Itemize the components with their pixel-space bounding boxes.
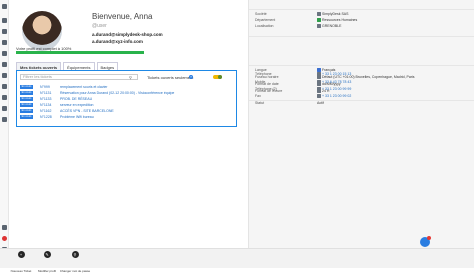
ticket-search-input[interactable]: Filtrer les tickets — [20, 74, 138, 80]
detail-row: Téléphone + 33 1 23 00 15 13 — [255, 72, 474, 78]
detail-label: Téléphone — [255, 72, 272, 76]
detail-value: GRENOBLE — [317, 24, 341, 28]
building-icon — [317, 12, 321, 16]
status-badge: En cours — [20, 91, 33, 95]
detail-value[interactable]: + 33 1 23 00 99 99 — [317, 87, 351, 91]
left-nav-rail — [0, 0, 9, 268]
detail-value: Actif — [317, 101, 324, 105]
ticket-number[interactable]: N°1162 — [40, 109, 54, 113]
tab-equipment[interactable]: Équipements — [63, 62, 95, 70]
status-badge: En cours — [20, 109, 33, 113]
location-icon — [317, 24, 321, 28]
detail-label: Statut — [255, 101, 265, 105]
chat-icon[interactable] — [2, 62, 7, 67]
email-primary: a.durand@simplydesk-shop.com — [92, 32, 163, 37]
status-badge: En cours — [20, 85, 33, 89]
detail-value: Ressources Humaines — [317, 18, 357, 22]
phone-icon — [317, 72, 321, 76]
detail-label: Mobile — [255, 80, 266, 84]
tab-open-tickets[interactable]: Mes tickets ouverts — [16, 62, 62, 70]
open-only-label: Tickets ouverts seulement — [147, 75, 194, 80]
detail-label: Fax — [255, 94, 261, 98]
status-badge: En cours — [20, 103, 33, 107]
moon-icon[interactable] — [2, 225, 7, 230]
survey-icon[interactable] — [2, 95, 7, 100]
detail-row: Localisation GRENOBLE — [255, 24, 474, 30]
calendar-icon[interactable] — [2, 51, 7, 56]
progress-fill — [16, 51, 144, 54]
detail-label: Localisation — [255, 24, 274, 28]
detail-row: Fax + 33 1 23 00 99 02 — [255, 94, 474, 100]
ticket-title[interactable]: Réservation pour Anna Durand (02-12 20:0… — [60, 91, 174, 95]
email-secondary: a.durand@xyz-info.com — [92, 39, 143, 44]
tab-badges[interactable]: Badges — [96, 62, 119, 70]
status-badge: En cours — [20, 97, 33, 101]
ticket-title[interactable]: serveur en expedition — [60, 103, 93, 107]
back-icon[interactable] — [2, 18, 7, 23]
help-icon[interactable]: ? — [189, 75, 193, 79]
avatar[interactable] — [22, 11, 62, 51]
notification-icon[interactable] — [2, 236, 7, 241]
detail-row: Statut Actif — [255, 101, 474, 107]
fax-icon — [317, 94, 321, 98]
detail-value: SimplyDesk SAS — [317, 12, 348, 16]
ticket-number[interactable]: N°1228 — [40, 115, 54, 119]
chat-button[interactable] — [420, 236, 431, 247]
detail-row: Mobile + 33 6 43 78 78 43 — [255, 80, 474, 86]
settings-icon[interactable] — [2, 117, 7, 122]
edit-icon: ✎ — [43, 251, 51, 258]
profile-completion-bar — [16, 51, 144, 54]
ticket-number[interactable]: N°1133 — [40, 97, 54, 101]
department-icon — [317, 18, 321, 22]
change-password-button[interactable]: ⚲ Changer mot de passe — [58, 251, 92, 277]
toggle-knob — [218, 75, 222, 79]
detail-row: Téléphone (2) + 33 1 23 00 99 99 — [255, 87, 474, 93]
status-badge: En cours — [20, 115, 33, 119]
ticket-number[interactable]: N°1131 — [40, 91, 54, 95]
org-section: Société SimplyDesk SAS Département Resso… — [249, 9, 474, 28]
tickets-panel: Filtrer les tickets ⚲ Tickets ouverts se… — [16, 70, 237, 127]
chat-notification-dot — [427, 236, 431, 240]
plus-icon: + — [17, 251, 25, 258]
menu-icon[interactable] — [2, 4, 7, 9]
change-password-label: Changer mot de passe — [59, 269, 91, 273]
knowledge-icon[interactable] — [2, 84, 7, 89]
phone-icon — [317, 87, 321, 91]
search-icon[interactable]: ⚲ — [129, 75, 132, 80]
ticket-title[interactable]: Problème Wifi bureau — [60, 115, 94, 119]
detail-value[interactable]: + 33 1 23 00 99 02 — [317, 94, 351, 98]
detail-label: Société — [255, 12, 267, 16]
ticket-icon[interactable] — [2, 40, 7, 45]
home-icon[interactable] — [2, 29, 7, 34]
ticket-number[interactable]: N°1134 — [40, 103, 54, 107]
profile-tabs: Mes tickets ouverts Équipements Badges — [16, 62, 119, 70]
table-row[interactable]: En cours N°1228 Problème Wifi bureau — [20, 114, 234, 120]
ticket-number[interactable]: N°999 — [40, 85, 54, 89]
username: @user — [92, 23, 107, 29]
detail-label: Département — [255, 18, 276, 22]
detail-value[interactable]: + 33 1 23 00 15 13 — [317, 72, 351, 76]
open-only-toggle[interactable] — [213, 75, 222, 79]
ticket-title[interactable]: PROB. DE RÉSEAU — [60, 97, 92, 101]
stats-icon[interactable] — [2, 106, 7, 111]
edit-profile-label: Modifier profil — [37, 269, 56, 273]
ticket-title[interactable]: ACCÈS VPN - SITE BARCELONE — [60, 109, 114, 113]
new-ticket-label: Nouveau Ticket — [10, 269, 32, 273]
key-icon: ⚲ — [71, 251, 79, 258]
detail-value[interactable]: + 33 6 43 78 78 43 — [317, 80, 351, 84]
profile-details-pane: Société SimplyDesk SAS Département Resso… — [248, 0, 474, 268]
welcome-title: Bienvenue, Anna — [92, 12, 153, 21]
locale-section — [249, 36, 474, 37]
ticket-title[interactable]: remplacement souris et clavier — [60, 85, 107, 89]
ticket-list: En cours N°999 remplacement souris et cl… — [20, 84, 234, 120]
detail-label: Téléphone (2) — [255, 87, 277, 91]
locale-details: Langue Français Fuseau horaire Défaut (U… — [249, 65, 474, 93]
bottom-action-bar: + Nouveau Ticket ✎ Modifier profil ⚲ Cha… — [0, 248, 474, 273]
mobile-icon — [317, 80, 321, 84]
catalog-icon[interactable] — [2, 73, 7, 78]
